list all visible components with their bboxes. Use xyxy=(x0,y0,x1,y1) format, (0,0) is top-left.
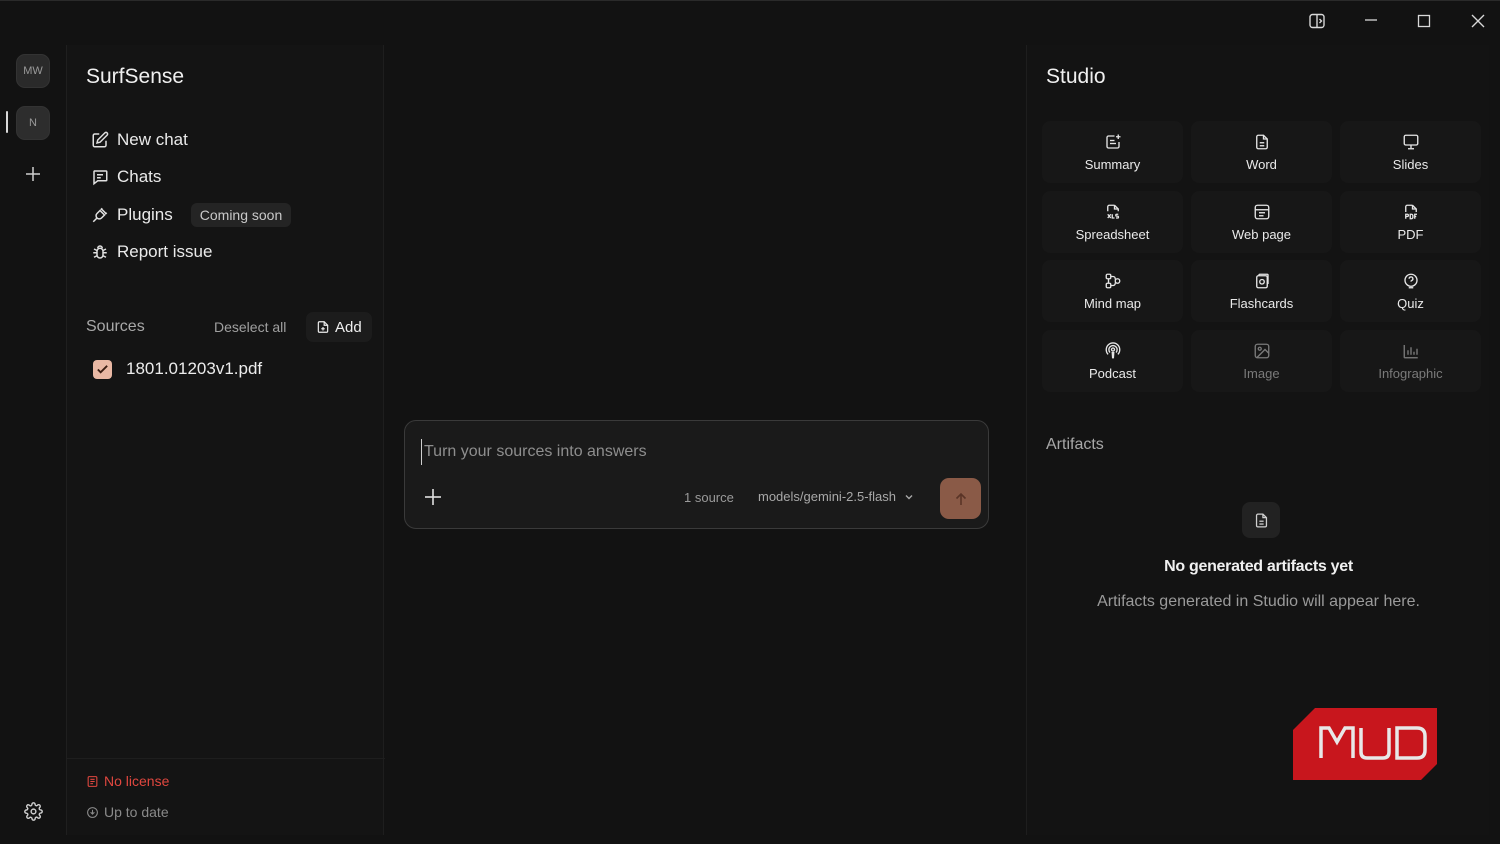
infographic-icon xyxy=(1402,342,1420,360)
sidebar-footer: No license Up to date xyxy=(67,758,385,835)
tool-quiz[interactable]: Quiz xyxy=(1340,260,1481,322)
coming-soon-badge: Coming soon xyxy=(190,203,292,227)
tool-label: Image xyxy=(1243,365,1280,381)
tool-pdf[interactable]: PDF xyxy=(1340,191,1481,253)
update-status[interactable]: Up to date xyxy=(86,804,169,820)
model-name: models/gemini-2.5-flash xyxy=(758,489,897,504)
add-workspace-icon[interactable] xyxy=(20,161,46,187)
tool-flashcards[interactable]: Flashcards xyxy=(1191,260,1332,322)
edit-icon xyxy=(91,131,109,149)
chat-area: 1 source models/gemini-2.5-flash xyxy=(385,45,1025,835)
nav-chats[interactable]: Chats xyxy=(91,164,161,190)
update-label: Up to date xyxy=(104,804,169,820)
mind-map-icon xyxy=(1104,272,1122,290)
close-icon[interactable] xyxy=(1458,7,1498,35)
plug-icon xyxy=(91,206,109,224)
license-status[interactable]: No license xyxy=(86,773,169,789)
minimize-icon[interactable] xyxy=(1351,7,1391,35)
chevron-down-icon xyxy=(904,492,914,502)
nav-label: Report issue xyxy=(117,242,213,261)
nav-report-issue[interactable]: Report issue xyxy=(91,239,212,265)
nav-plugins[interactable]: Plugins Coming soon xyxy=(91,202,292,228)
image-icon xyxy=(1253,342,1271,360)
source-filename: 1801.01203v1.pdf xyxy=(126,359,263,378)
tool-label: Slides xyxy=(1392,156,1429,172)
podcast-icon xyxy=(1104,341,1122,360)
pdf-file-icon xyxy=(1402,203,1420,221)
active-workspace-indicator xyxy=(6,111,8,133)
send-button[interactable] xyxy=(940,478,981,519)
presentation-icon xyxy=(1402,133,1420,151)
tool-label: Web page xyxy=(1231,226,1292,242)
maximize-icon[interactable] xyxy=(1404,7,1444,35)
app-title: SurfSense xyxy=(86,65,185,88)
workspace-avatar-n[interactable]: N xyxy=(16,106,50,140)
flashcards-icon xyxy=(1253,272,1271,290)
tool-label: PDF xyxy=(1397,226,1424,242)
sidebar: SurfSense New chat Chats Plugins Coming … xyxy=(66,45,385,835)
tool-spreadsheet[interactable]: Spreadsheet xyxy=(1042,191,1183,253)
nav-label: Plugins xyxy=(117,205,173,224)
file-plus-icon xyxy=(316,320,330,334)
sources-label: Sources xyxy=(86,318,145,335)
tool-mind-map[interactable]: Mind map xyxy=(1042,260,1183,322)
attach-plus-icon[interactable] xyxy=(421,485,445,509)
license-icon xyxy=(86,775,99,788)
empty-document-icon xyxy=(1242,502,1280,538)
empty-state-title: No generated artifacts yet xyxy=(1164,558,1353,575)
chat-icon xyxy=(91,168,109,186)
tool-word[interactable]: Word xyxy=(1191,121,1332,183)
source-checkbox[interactable] xyxy=(93,359,112,379)
tool-web-page[interactable]: Web page xyxy=(1191,191,1332,253)
model-selector[interactable]: models/gemini-2.5-flash xyxy=(758,489,914,504)
tool-slides[interactable]: Slides xyxy=(1340,121,1481,183)
tool-label: Summary xyxy=(1084,156,1141,172)
nav-label: New chat xyxy=(117,130,188,149)
tool-label: Podcast xyxy=(1089,365,1136,381)
add-source-button[interactable]: Add xyxy=(306,312,372,342)
tool-label: Spreadsheet xyxy=(1075,226,1150,242)
summary-icon xyxy=(1104,133,1122,151)
tool-podcast[interactable]: Podcast xyxy=(1042,330,1183,392)
quiz-icon xyxy=(1402,272,1420,290)
tool-summary[interactable]: Summary xyxy=(1042,121,1183,183)
add-source-label: Add xyxy=(335,318,362,336)
tool-label: Quiz xyxy=(1397,295,1424,311)
source-item[interactable]: 1801.01203v1.pdf xyxy=(93,359,262,379)
webpage-icon xyxy=(1253,203,1271,221)
xls-file-icon xyxy=(1104,203,1122,221)
license-label: No license xyxy=(104,773,170,789)
workspace-rail: MW N xyxy=(0,45,66,844)
chat-input[interactable] xyxy=(421,439,961,465)
sources-header: Sources Deselect all Add xyxy=(86,312,372,342)
update-icon xyxy=(86,806,99,819)
tool-label: Infographic xyxy=(1378,365,1443,381)
artifacts-label: Artifacts xyxy=(1046,436,1104,453)
tool-infographic[interactable]: Infographic xyxy=(1340,330,1481,392)
studio-title: Studio xyxy=(1046,65,1106,88)
nav-new-chat[interactable]: New chat xyxy=(91,127,188,153)
source-count[interactable]: 1 source xyxy=(684,490,734,505)
app-window: MW N SurfSense New chat Chats Plugins Co… xyxy=(0,0,1500,844)
deselect-all-button[interactable]: Deselect all xyxy=(214,319,286,335)
tool-label: Word xyxy=(1246,156,1277,172)
settings-gear-icon[interactable] xyxy=(20,798,46,824)
muo-watermark-logo xyxy=(1293,708,1437,780)
empty-state-subtitle: Artifacts generated in Studio will appea… xyxy=(1097,593,1420,610)
document-icon xyxy=(1253,133,1271,151)
arrow-up-icon xyxy=(954,492,968,506)
nav-label: Chats xyxy=(117,167,162,186)
chat-composer: 1 source models/gemini-2.5-flash xyxy=(404,420,989,529)
split-view-icon[interactable] xyxy=(1297,7,1337,35)
tool-image[interactable]: Image xyxy=(1191,330,1332,392)
bug-icon xyxy=(91,243,109,261)
tool-label: Mind map xyxy=(1083,295,1142,311)
workspace-avatar-mw[interactable]: MW xyxy=(16,54,50,88)
tool-label: Flashcards xyxy=(1229,295,1294,311)
